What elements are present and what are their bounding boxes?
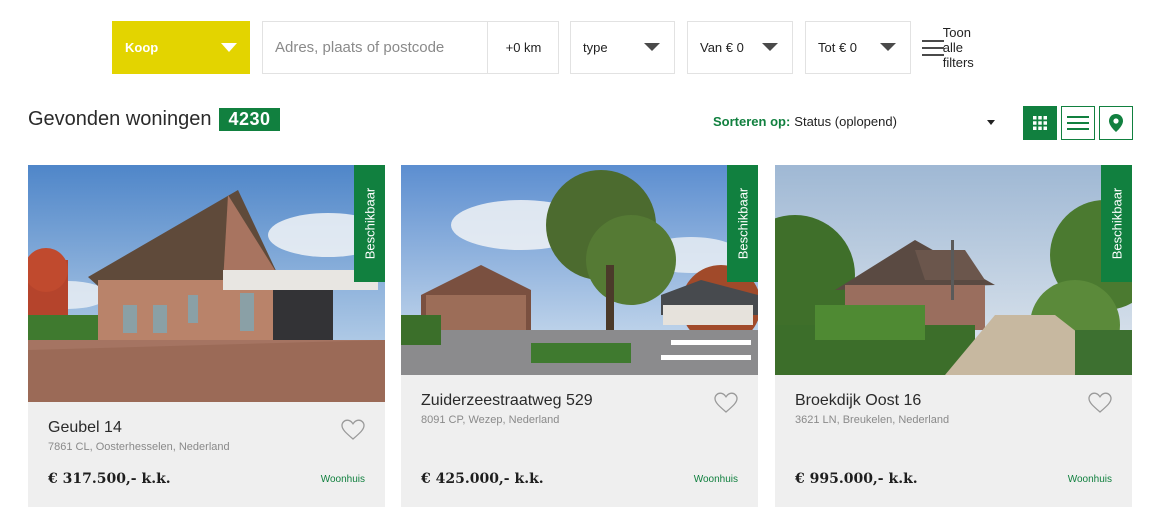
hamburger-icon: [922, 39, 944, 56]
house-photo: [28, 165, 385, 402]
listing-card[interactable]: Beschikbaar Broekdijk Oost 16 3621 LN, B…: [775, 165, 1132, 507]
status-badge: Beschikbaar: [354, 165, 385, 282]
chevron-down-icon: [221, 43, 237, 52]
status-badge: Beschikbaar: [1101, 165, 1132, 282]
listing-title[interactable]: Broekdijk Oost 16: [795, 392, 1112, 410]
sort-value: Status (oplopend): [794, 114, 897, 129]
status-badge-label: Beschikbaar: [1109, 187, 1125, 260]
all-filters-label: Toon alle filters: [942, 25, 974, 70]
results-label: Gevonden woningen: [28, 108, 212, 130]
listing-address: 3621 LN, Breukelen, Nederland: [795, 414, 950, 426]
listing-card[interactable]: Beschikbaar Zuiderzeestraatweg 529 8091 …: [401, 165, 758, 507]
listing-title[interactable]: Zuiderzeestraatweg 529: [421, 392, 738, 410]
listing-photo[interactable]: [28, 165, 385, 402]
all-filters-button[interactable]: Toon alle filters: [922, 21, 985, 74]
radius-label: +0 km: [505, 40, 542, 55]
listing-price: € 995.000,- k.k.: [795, 471, 918, 487]
house-photo: [775, 165, 1132, 375]
heart-icon[interactable]: [1088, 392, 1112, 414]
listing-card[interactable]: Beschikbaar Geubel 14 7861 CL, Oosterhes…: [28, 165, 385, 507]
status-badge-label: Beschikbaar: [735, 187, 751, 260]
price-from-select[interactable]: Van € 0: [687, 21, 793, 74]
listing-photo[interactable]: [775, 165, 1132, 375]
mode-select[interactable]: Koop: [112, 21, 250, 74]
price-to-label: Tot € 0: [818, 40, 858, 55]
chevron-down-icon: [762, 43, 778, 51]
search-input[interactable]: [275, 39, 495, 56]
chevron-down-icon: [987, 120, 995, 125]
price-from-label: Van € 0: [700, 40, 744, 55]
grid-icon: [1033, 116, 1047, 130]
listing-info: Zuiderzeestraatweg 529 8091 CP, Wezep, N…: [421, 392, 738, 426]
results-header: Gevonden woningen 4230: [28, 108, 280, 131]
type-select-label: type: [583, 40, 608, 55]
listing-type: Woonhuis: [320, 474, 365, 485]
listing-type: Woonhuis: [693, 474, 738, 485]
list-icon: [1067, 116, 1089, 130]
listing-price: € 425.000,- k.k.: [421, 471, 544, 487]
chevron-down-icon: [880, 43, 896, 51]
listing-price: € 317.500,- k.k.: [48, 471, 171, 487]
listing-address: 7861 CL, Oosterhesselen, Nederland: [48, 441, 230, 453]
radius-select[interactable]: +0 km: [487, 22, 559, 73]
status-badge: Beschikbaar: [727, 165, 758, 282]
listing-title[interactable]: Geubel 14: [48, 419, 365, 437]
search-field: +0 km: [262, 21, 559, 74]
mode-select-label: Koop: [125, 40, 159, 55]
heart-icon[interactable]: [341, 419, 365, 441]
listing-info: Broekdijk Oost 16 3621 LN, Breukelen, Ne…: [795, 392, 1112, 426]
sort-label: Sorteren op:: [713, 114, 791, 129]
listing-photo[interactable]: [401, 165, 758, 375]
price-to-select[interactable]: Tot € 0: [805, 21, 911, 74]
list-view-button[interactable]: [1061, 106, 1095, 140]
listing-address: 8091 CP, Wezep, Nederland: [421, 414, 560, 426]
listing-type: Woonhuis: [1067, 474, 1112, 485]
grid-view-button[interactable]: [1023, 106, 1057, 140]
heart-icon[interactable]: [714, 392, 738, 414]
type-select[interactable]: type: [570, 21, 675, 74]
map-pin-icon: [1109, 114, 1123, 132]
results-count-badge: 4230: [219, 108, 280, 131]
sort-select[interactable]: Sorteren op: Status (oplopend): [713, 114, 995, 129]
house-photo: [401, 165, 758, 375]
chevron-down-icon: [644, 43, 660, 51]
listing-info: Geubel 14 7861 CL, Oosterhesselen, Neder…: [48, 419, 365, 453]
status-badge-label: Beschikbaar: [362, 187, 378, 260]
map-view-button[interactable]: [1099, 106, 1133, 140]
